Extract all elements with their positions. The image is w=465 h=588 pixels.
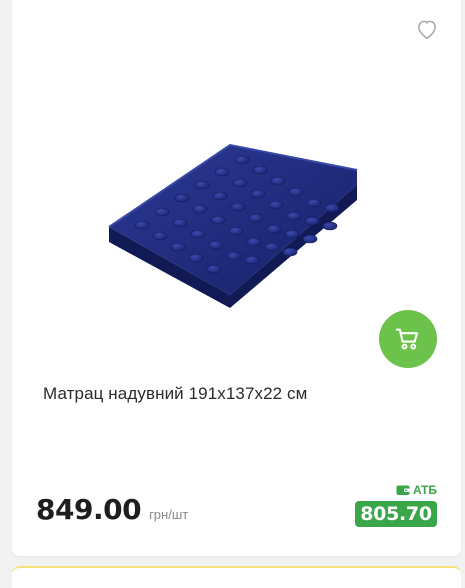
promo-label: АТБ xyxy=(355,482,437,498)
product-card[interactable]: Матрац надувний 191x137x22 см 849.00 грн… xyxy=(12,0,461,556)
promo-label-text: АТБ xyxy=(412,483,437,497)
cart-icon xyxy=(395,328,419,350)
promo-price: 805.70 xyxy=(355,501,437,527)
next-product-card xyxy=(12,566,461,588)
price-unit: грн/шт xyxy=(149,507,189,522)
product-price: 849.00 xyxy=(36,493,142,526)
wallet-icon xyxy=(396,485,410,495)
product-title[interactable]: Матрац надувний 191x137x22 см xyxy=(43,384,443,404)
heart-icon xyxy=(418,20,436,39)
add-to-cart-button[interactable] xyxy=(379,310,437,368)
price-block: 849.00 грн/шт xyxy=(36,493,188,526)
promo-price-block: АТБ 805.70 xyxy=(355,482,437,527)
favorite-button[interactable] xyxy=(414,16,440,42)
product-image[interactable] xyxy=(102,130,372,310)
air-mattress-image xyxy=(108,143,358,308)
